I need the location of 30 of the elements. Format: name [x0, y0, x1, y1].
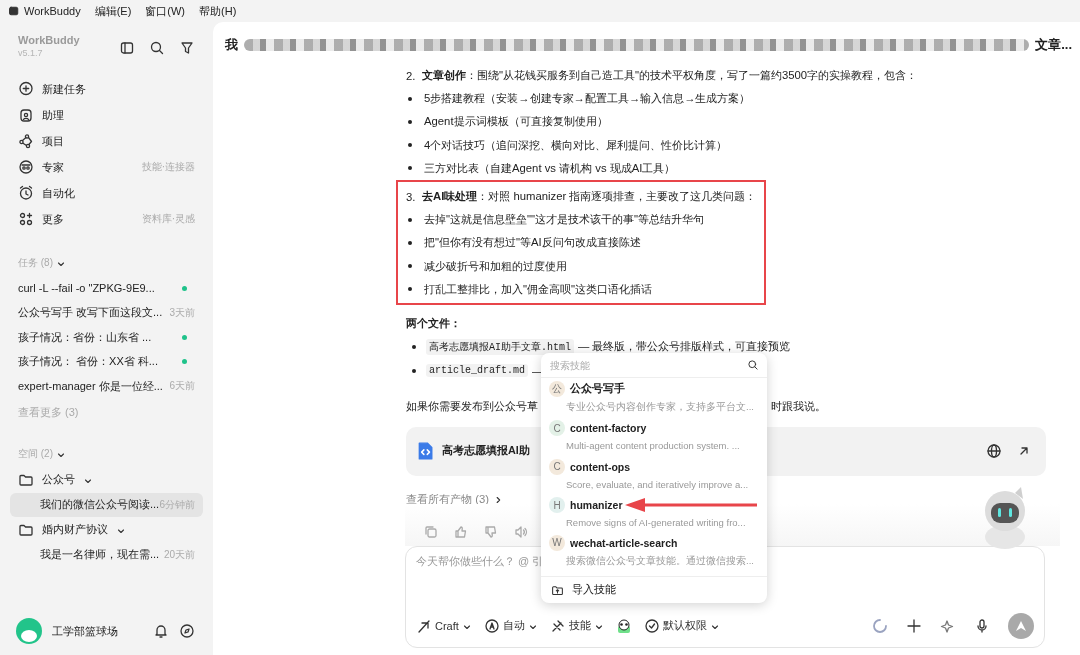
list-text: Agent提示词模板（可直接复制使用）: [424, 114, 608, 130]
list-text: 去掉"这就是信息壁垒""这才是技术该干的事"等总结升华句: [424, 212, 705, 228]
skill-badge: C: [549, 420, 565, 437]
user-name: 工学部篮球场: [52, 623, 119, 639]
message-text: 如果你需要发布到公众号草: [406, 399, 538, 414]
skill-badge: W: [549, 534, 565, 551]
list-text: 打乱工整排比，加入"佣金高呗"这类口语化插话: [424, 281, 653, 297]
list-text: 减少破折号和加粗的过度使用: [424, 258, 567, 274]
version-label: v5.1.7: [18, 48, 44, 58]
skill-badge: 公: [549, 380, 565, 397]
list-text: 4个对话技巧（追问深挖、横向对比、犀利提问、性价比计算）: [424, 137, 728, 153]
message-text: 时跟我说。: [771, 399, 826, 414]
skill-badge: H: [549, 497, 565, 514]
file-description: — 最终版，带公众号排版样式，可直接预览: [578, 339, 791, 355]
list-number: 2.: [406, 69, 416, 82]
file-name: 高考志愿填报AI助手文章.html: [426, 338, 574, 355]
nav-hint: 技能·连接器: [141, 160, 195, 174]
list-text: 文章创作：围绕"从花钱买服务到自己造工具"的技术平权角度，写了一篇约3500字的实操教程，包含：: [422, 68, 918, 84]
nav-hint: 资料库·灵感: [141, 212, 195, 226]
chat-title: 我: [225, 36, 238, 54]
files-heading: 两个文件：: [406, 316, 462, 332]
list-text: 5步搭建教程（安装→创建专家→配置工具→输入信息→生成方案）: [424, 91, 751, 107]
list-number: 3.: [406, 190, 416, 203]
list-text: 去AI味处理：对照 humanizer 指南逐项排查，主要改了这几类问题：: [422, 189, 757, 205]
list-text: 把"但你有没有想过"等AI反问句改成直接陈述: [424, 235, 641, 251]
skill-badge: C: [549, 458, 565, 475]
file-name: article_draft.md: [426, 364, 528, 378]
chat-title: 文章...: [1035, 36, 1072, 54]
list-text: 三方对比表（自建Agent vs 请机构 vs 现成AI工具）: [424, 160, 676, 176]
app-name: WorkBuddy: [18, 34, 80, 46]
